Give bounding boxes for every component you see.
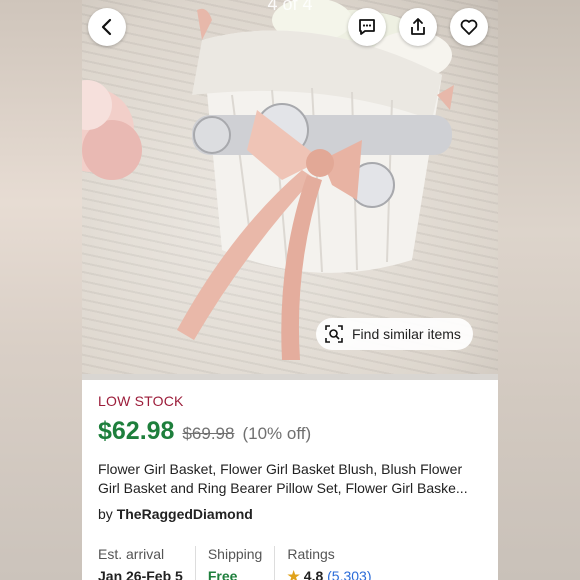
original-price: $69.98 bbox=[182, 424, 235, 443]
rating-count-link[interactable]: (5,303) bbox=[327, 568, 371, 580]
share-icon bbox=[411, 18, 425, 35]
right-blurred-edge bbox=[498, 0, 580, 580]
product-photo[interactable]: 4 of 4 Find similar items bbox=[82, 0, 498, 374]
back-button[interactable] bbox=[88, 8, 126, 46]
product-title[interactable]: Flower Girl Basket, Flower Girl Basket B… bbox=[98, 460, 484, 498]
shipping-label: Shipping bbox=[207, 546, 263, 562]
low-stock-badge: LOW STOCK bbox=[98, 393, 184, 409]
arrival-column: Est. arrival Jan 26-Feb 5 bbox=[98, 546, 196, 580]
star-icon: ★ bbox=[287, 568, 300, 580]
ratings-column[interactable]: Ratings ★ 4.8 (5,303) bbox=[287, 546, 383, 580]
chevron-left-icon bbox=[101, 18, 112, 36]
visual-search-icon bbox=[325, 325, 343, 343]
ratings-value: ★ 4.8 (5,303) bbox=[287, 568, 371, 580]
arrival-label: Est. arrival bbox=[98, 546, 165, 562]
rating-score: 4.8 bbox=[303, 568, 324, 580]
sale-price: $62.98 bbox=[98, 417, 175, 445]
message-icon bbox=[359, 19, 375, 35]
photo-progress-bar bbox=[82, 374, 498, 380]
share-button[interactable] bbox=[399, 8, 437, 46]
product-card: 4 of 4 Find similar items LOW STOCK $62.… bbox=[82, 0, 498, 580]
shipping-value: Free bbox=[207, 568, 238, 580]
seller-name-link[interactable]: TheRaggedDiamond bbox=[117, 506, 253, 522]
ratings-label: Ratings bbox=[287, 546, 335, 562]
price-row: $62.98 $69.98 (10% off) bbox=[98, 417, 484, 446]
discount-label: (10% off) bbox=[242, 424, 312, 443]
arrival-value: Jan 26-Feb 5 bbox=[98, 568, 183, 580]
photo-counter: 4 of 4 bbox=[267, 0, 313, 14]
find-similar-items-button[interactable]: Find similar items bbox=[316, 318, 473, 350]
seller-prefix: by bbox=[98, 506, 113, 522]
shipping-column: Shipping Free bbox=[208, 546, 276, 580]
heart-icon bbox=[460, 19, 478, 35]
product-info: LOW STOCK $62.98 $69.98 (10% off) Flower… bbox=[98, 393, 484, 522]
find-similar-label: Find similar items bbox=[352, 326, 461, 342]
listing-meta: Est. arrival Jan 26-Feb 5 Shipping Free … bbox=[98, 546, 498, 580]
message-button[interactable] bbox=[348, 8, 386, 46]
left-blurred-edge bbox=[0, 0, 82, 580]
favorite-button[interactable] bbox=[450, 8, 488, 46]
seller-line: by TheRaggedDiamond bbox=[98, 506, 484, 522]
